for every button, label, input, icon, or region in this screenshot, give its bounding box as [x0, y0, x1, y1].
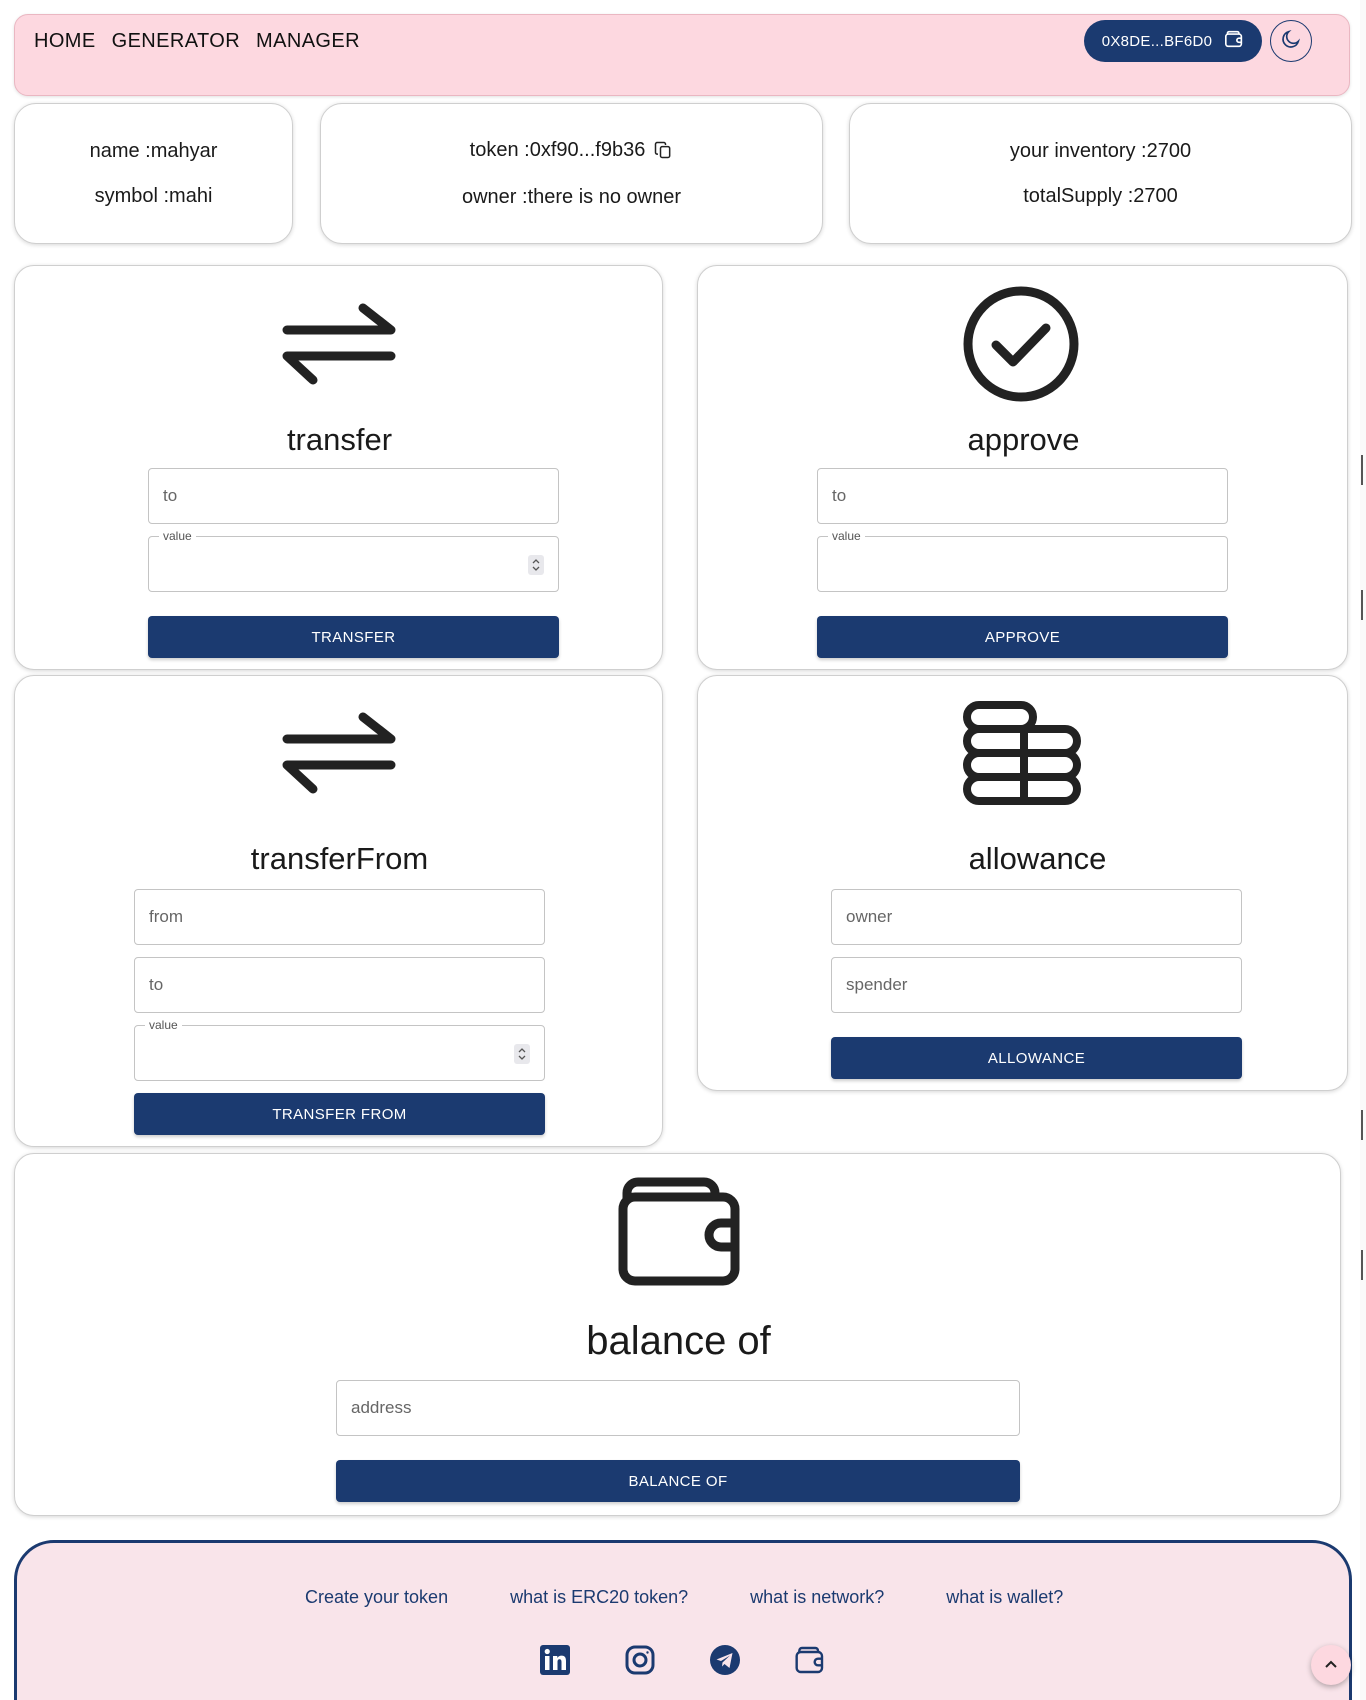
footer-link-create-token[interactable]: Create your token	[305, 1587, 448, 1608]
allowance-title: allowance	[968, 841, 1107, 876]
scroll-to-top-button[interactable]	[1311, 1645, 1351, 1685]
transfer-from-from-field[interactable]	[134, 889, 545, 945]
token-address-card: token :0xf90...f9b36 owner :there is no …	[320, 103, 823, 244]
token-supply-card: your inventory :2700 totalSupply :2700	[849, 103, 1352, 244]
allowance-spender-input[interactable]	[832, 958, 1241, 1012]
transfer-value-field[interactable]: value	[148, 529, 559, 592]
linkedin-icon[interactable]	[537, 1642, 573, 1678]
chevron-up-icon	[1324, 1656, 1338, 1674]
transfer-button[interactable]: TRANSFER	[148, 616, 559, 658]
transfer-card: transfer value TRANSFER	[14, 265, 663, 670]
coins-stack-icon	[962, 700, 1082, 813]
total-supply: totalSupply :2700	[1023, 184, 1178, 207]
main-nav: HOME GENERATOR MANAGER	[34, 30, 360, 53]
wallet-icon	[617, 1177, 741, 1292]
number-spinner-icon[interactable]	[528, 555, 544, 575]
transfer-value-legend: value	[159, 529, 196, 543]
footer-link-wallet[interactable]: what is wallet?	[946, 1587, 1063, 1608]
swap-arrows-icon	[279, 302, 399, 391]
wallet-icon[interactable]	[792, 1642, 828, 1678]
footer	[14, 1540, 1352, 1700]
approve-to-input[interactable]	[818, 469, 1227, 523]
allowance-button[interactable]: ALLOWANCE	[831, 1037, 1242, 1079]
copy-icon[interactable]	[653, 140, 673, 160]
wallet-address-label: 0X8DE...BF6D0	[1101, 32, 1213, 50]
footer-link-network[interactable]: what is network?	[750, 1587, 884, 1608]
approve-to-field[interactable]	[817, 468, 1228, 524]
balance-of-button[interactable]: BALANCE OF	[336, 1460, 1020, 1502]
approve-value-input[interactable]	[818, 537, 1227, 591]
token-name: name :mahyar	[89, 139, 218, 162]
transfer-from-to-field[interactable]	[134, 957, 545, 1013]
your-inventory: your inventory :2700	[1009, 139, 1192, 162]
allowance-owner-input[interactable]	[832, 890, 1241, 944]
instagram-icon[interactable]	[622, 1642, 658, 1678]
token-address: token :0xf90...f9b36	[469, 138, 646, 161]
token-owner: owner :there is no owner	[461, 185, 681, 208]
swap-arrows-icon	[279, 711, 399, 800]
transfer-from-from-input[interactable]	[135, 890, 544, 944]
scrollbar-mark	[1361, 1250, 1363, 1280]
allowance-card: allowance ALLOWANCE	[697, 675, 1348, 1091]
transfer-from-value-field[interactable]: value	[134, 1018, 545, 1081]
balance-of-title: balance of	[586, 1319, 771, 1363]
balance-of-address-field[interactable]	[336, 1380, 1020, 1436]
number-spinner-icon[interactable]	[514, 1044, 530, 1064]
moon-icon	[1280, 28, 1302, 55]
scrollbar-mark	[1361, 1110, 1363, 1140]
transfer-value-input[interactable]	[149, 537, 558, 591]
approve-title: approve	[967, 422, 1080, 457]
allowance-owner-field[interactable]	[831, 889, 1242, 945]
scrollbar-mark	[1361, 590, 1363, 620]
approve-value-legend: value	[828, 529, 865, 543]
balance-of-card: balance of BALANCE OF	[14, 1153, 1341, 1516]
token-address-row: token :0xf90...f9b36	[470, 139, 674, 162]
footer-link-erc20[interactable]: what is ERC20 token?	[510, 1587, 688, 1608]
approve-card: approve value APPROVE	[697, 265, 1348, 670]
approve-value-field[interactable]: value	[817, 529, 1228, 592]
scrollbar-mark	[1361, 455, 1363, 485]
transfer-from-value-legend: value	[145, 1018, 182, 1032]
transfer-from-value-input[interactable]	[135, 1026, 544, 1080]
transfer-title: transfer	[286, 422, 393, 457]
wallet-address-button[interactable]: 0X8DE...BF6D0	[1084, 20, 1262, 62]
theme-toggle-button[interactable]	[1270, 20, 1312, 62]
transfer-from-to-input[interactable]	[135, 958, 544, 1012]
token-symbol: symbol :mahi	[94, 184, 213, 207]
telegram-icon[interactable]	[707, 1642, 743, 1678]
transfer-from-title: transferFrom	[250, 841, 429, 876]
approve-button[interactable]: APPROVE	[817, 616, 1228, 658]
nav-home[interactable]: HOME	[34, 30, 96, 53]
transfer-to-field[interactable]	[148, 468, 559, 524]
balance-of-address-input[interactable]	[337, 1381, 1019, 1435]
transfer-to-input[interactable]	[149, 469, 558, 523]
nav-generator[interactable]: GENERATOR	[112, 30, 240, 53]
footer-links: Create your token what is ERC20 token? w…	[305, 1587, 1063, 1608]
nav-manager[interactable]: MANAGER	[256, 30, 360, 53]
token-name-card: name :mahyar symbol :mahi	[14, 103, 293, 244]
transfer-from-button[interactable]: TRANSFER FROM	[134, 1093, 545, 1135]
check-circle-icon	[962, 285, 1080, 408]
allowance-spender-field[interactable]	[831, 957, 1242, 1013]
wallet-icon	[1224, 30, 1244, 52]
transfer-from-card: transferFrom value TRANSFER FROM	[14, 675, 663, 1147]
